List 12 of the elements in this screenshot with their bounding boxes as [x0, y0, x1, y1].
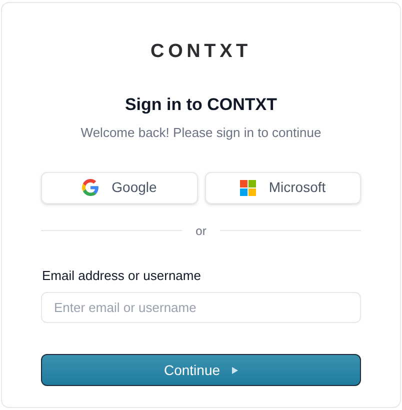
continue-button[interactable]: Continue	[41, 354, 361, 386]
divider-label: or	[196, 222, 206, 240]
microsoft-logo-icon	[240, 180, 256, 196]
email-field[interactable]: Enter email or username	[41, 292, 361, 323]
play-arrow-icon	[232, 366, 238, 374]
google-logo-icon	[82, 179, 99, 196]
email-label: Email address or username	[41, 266, 201, 284]
subtitle: Welcome back! Please sign in to continue	[80, 124, 322, 142]
google-sign-in-button[interactable]: Google	[41, 172, 198, 204]
microsoft-sign-in-button[interactable]: Microsoft	[204, 172, 361, 204]
logo: CONTXT	[150, 40, 252, 64]
title: Sign in to CONTXT	[124, 94, 278, 116]
